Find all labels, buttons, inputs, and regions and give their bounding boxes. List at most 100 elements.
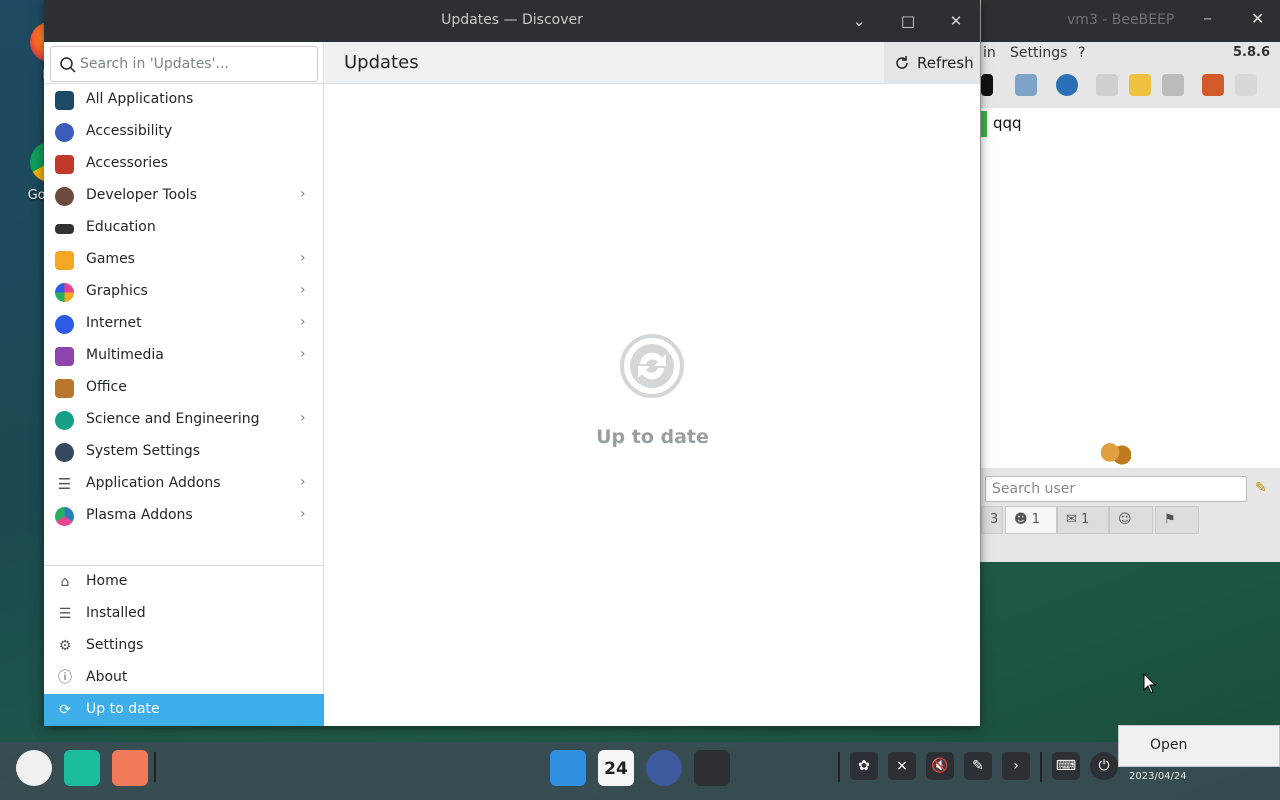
discover-titlebar[interactable]: Updates — Discover ⌄ □ ✕ <box>44 0 980 42</box>
nav-settings[interactable]: ⚙ Settings <box>44 630 324 662</box>
plasma-addons-icon <box>55 507 74 526</box>
search-user-input[interactable]: Search user <box>985 476 1247 502</box>
nav-label: Up to date <box>86 701 160 717</box>
network-icon[interactable] <box>1056 74 1078 96</box>
menu-item-help[interactable]: ? <box>1078 45 1085 61</box>
nav-installed[interactable]: ☰ Installed <box>44 598 324 630</box>
tab[interactable]: 3 <box>981 506 1003 534</box>
network-disconnected-icon[interactable]: × <box>888 752 916 780</box>
category-games[interactable]: Games › <box>44 244 324 276</box>
refresh-button[interactable]: Refresh <box>884 42 980 84</box>
users-icon <box>1101 442 1131 468</box>
beebeep-window: vm3 - BeeBEEP – ✕ in Settings ? 5.8.6 qq… <box>980 0 1280 562</box>
search-field[interactable] <box>50 46 318 82</box>
trash-icon[interactable] <box>1235 74 1257 96</box>
version-label: 5.8.6 <box>1232 45 1270 60</box>
nav-home[interactable]: ⌂ Home <box>44 566 324 598</box>
bag-icon[interactable] <box>1202 74 1224 96</box>
category-label: System Settings <box>86 443 201 459</box>
category-accessories[interactable]: Accessories <box>44 148 324 180</box>
expand-tray-icon[interactable]: › <box>1002 752 1030 780</box>
category-plasma-addons[interactable]: Plasma Addons › <box>44 500 324 532</box>
discover-app-icon[interactable] <box>550 750 586 786</box>
tab-users[interactable]: ☻ 1 <box>1005 506 1057 534</box>
tab-chats[interactable]: ✉ 1 <box>1057 506 1109 534</box>
volume-muted-icon[interactable]: 🔇 <box>926 752 954 780</box>
category-all-applications[interactable]: All Applications <box>44 84 324 116</box>
category-science-and-engineering[interactable]: Science and Engineering › <box>44 404 324 436</box>
accessories-icon <box>55 155 74 174</box>
close-icon[interactable]: ✕ <box>943 8 969 34</box>
nav-updates[interactable]: ⟳ Up to date <box>44 694 324 726</box>
category-graphics[interactable]: Graphics › <box>44 276 324 308</box>
beebeep-titlebar[interactable]: vm3 - BeeBEEP – ✕ <box>981 0 1280 42</box>
clear-icon[interactable]: ✎ <box>1255 480 1271 496</box>
minimize-icon[interactable]: ⌄ <box>846 8 872 34</box>
taskbar: 24 ✿ × 🔇 ✎ › ⌨ ⏻ 2023/04/24 <box>0 742 1280 800</box>
category-office[interactable]: Office <box>44 372 324 404</box>
clock-date[interactable]: 2023/04/24 <box>1129 771 1187 782</box>
nav-label: Home <box>86 573 128 589</box>
education-icon <box>55 224 74 234</box>
console-icon[interactable] <box>694 750 730 786</box>
beebeep-tray-icon[interactable]: ✿ <box>850 752 878 780</box>
color-picker-icon[interactable]: ✎ <box>964 752 992 780</box>
office-icon <box>55 379 74 398</box>
nav-label: About <box>86 669 128 685</box>
status-icon[interactable] <box>981 74 993 96</box>
refresh-label: Refresh <box>917 54 974 72</box>
category-system-settings[interactable]: System Settings <box>44 436 324 468</box>
category-label: Graphics <box>86 283 148 299</box>
tab-shares[interactable]: ⚑ <box>1155 506 1199 534</box>
category-multimedia[interactable]: Multimedia › <box>44 340 324 372</box>
refresh-icon <box>896 56 908 69</box>
menu-item-settings[interactable]: Settings <box>1010 45 1067 61</box>
divider <box>154 752 156 782</box>
category-label: Developer Tools <box>86 187 197 203</box>
home-icon[interactable] <box>1096 74 1118 96</box>
pencil-icon[interactable] <box>1129 74 1151 96</box>
calendar-icon[interactable]: 24 <box>598 750 634 786</box>
beebeep-title: vm3 - BeeBEEP <box>1067 12 1175 28</box>
science-icon <box>55 411 74 430</box>
tooltip: Open <box>1118 725 1280 767</box>
search-icon <box>60 57 76 73</box>
beebeep-tabs: 3 ☻ 1 ✉ 1 ☺ ⚑ <box>981 506 1280 534</box>
power-icon[interactable]: ⏻ <box>1090 752 1118 780</box>
category-developer-tools[interactable]: Developer Tools › <box>44 180 324 212</box>
main-content: Updates Refresh Up to date <box>325 42 980 726</box>
status-text: Up to date <box>596 426 709 448</box>
system-settings-icon[interactable] <box>646 750 682 786</box>
chat-area[interactable]: qqq <box>981 108 1280 468</box>
nav-about[interactable]: ⓘ About <box>44 662 324 694</box>
maximize-icon[interactable]: □ <box>895 8 921 34</box>
close-icon[interactable]: ✕ <box>1251 9 1264 28</box>
divider <box>838 752 840 782</box>
category-education[interactable]: Education <box>44 212 324 244</box>
category-label: Application Addons <box>86 475 221 491</box>
internet-icon <box>55 315 74 334</box>
category-label: Accessories <box>86 155 169 171</box>
update-icon: ⟳ <box>59 702 71 718</box>
edit-icon[interactable] <box>1015 74 1037 96</box>
apps-grid-icon[interactable] <box>112 750 148 786</box>
chat-message: qqq <box>993 114 1022 132</box>
tools-icon[interactable] <box>1162 74 1184 96</box>
keyboard-icon[interactable]: ⌨ <box>1052 752 1080 780</box>
chevron-right-icon: › <box>300 346 306 362</box>
tab-groups[interactable]: ☺ <box>1109 506 1153 534</box>
system-settings-icon <box>55 443 74 462</box>
gear-icon: ⚙ <box>58 638 72 654</box>
search-input[interactable] <box>80 47 310 81</box>
category-accessibility[interactable]: Accessibility <box>44 116 324 148</box>
page-title: Updates <box>344 52 419 73</box>
terminal-app-icon[interactable] <box>64 750 100 786</box>
app-launcher-icon[interactable] <box>16 750 52 786</box>
list-icon: ☰ <box>57 475 72 493</box>
category-internet[interactable]: Internet › <box>44 308 324 340</box>
category-label: Multimedia <box>86 347 164 363</box>
chevron-right-icon: › <box>300 250 306 266</box>
category-application-addons[interactable]: ☰ Application Addons › <box>44 468 324 500</box>
menu-item[interactable]: in <box>983 45 996 61</box>
minimize-icon[interactable]: – <box>1203 8 1212 29</box>
